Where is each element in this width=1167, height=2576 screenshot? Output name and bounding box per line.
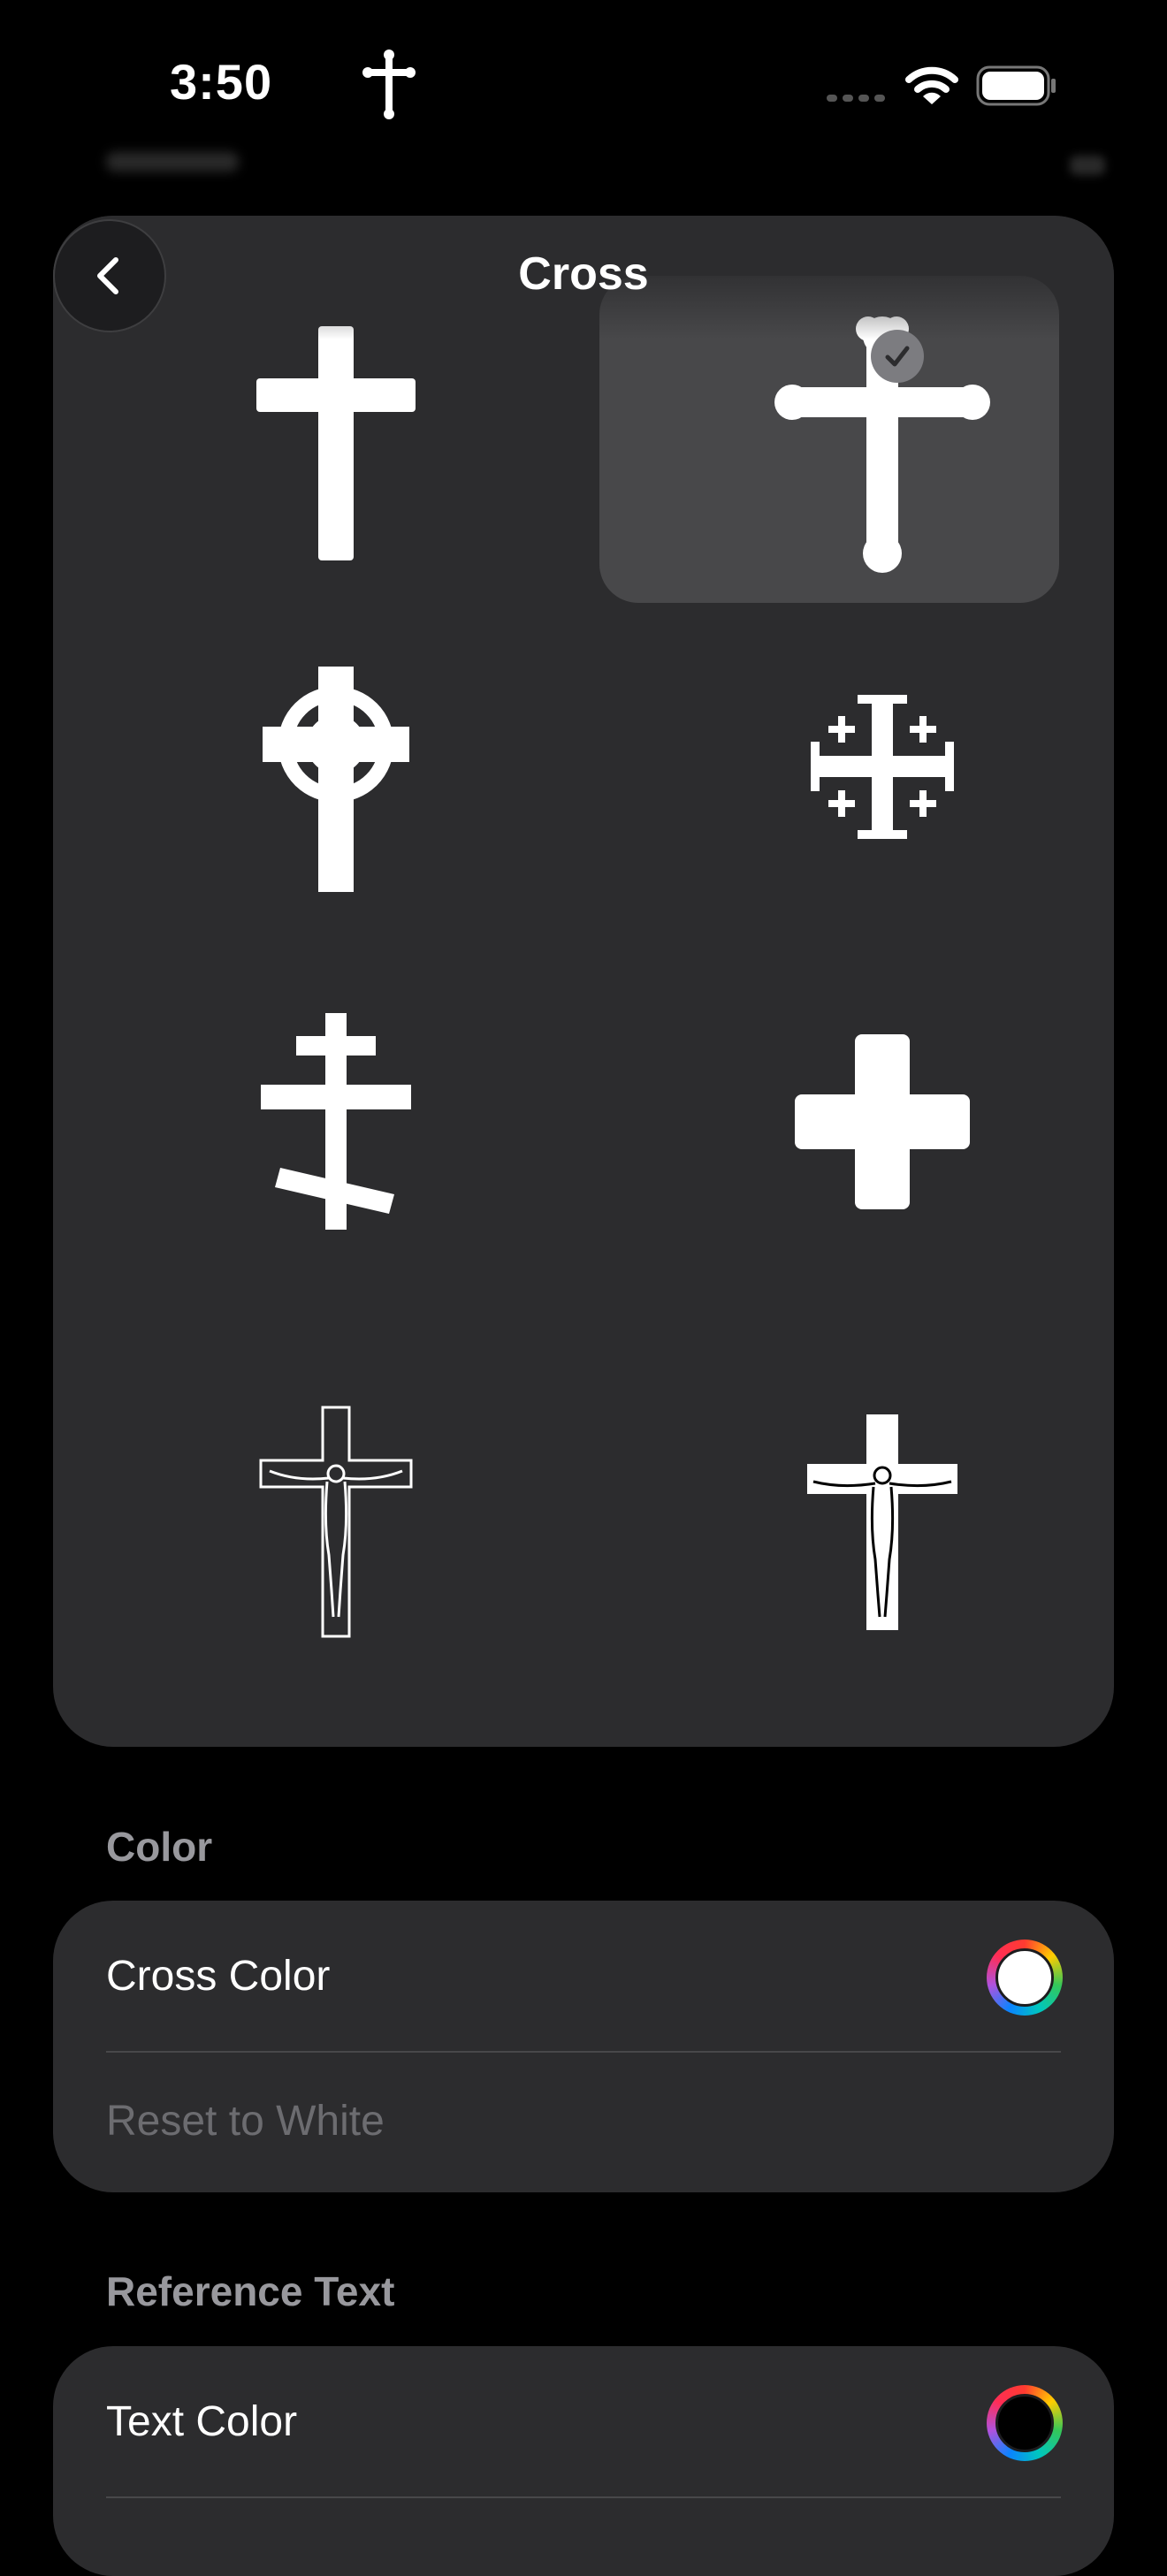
orthodox-cross-icon: [261, 1013, 411, 1230]
reset-to-white-button[interactable]: Reset to White: [106, 2097, 385, 2145]
cross-color-picker[interactable]: [987, 1940, 1063, 2016]
row-divider: [106, 2496, 1061, 2498]
cross-option-orthodox[interactable]: [106, 1011, 566, 1347]
reference-text-settings-group: [53, 2346, 1114, 2576]
status-time: 3:50: [170, 54, 273, 110]
background-content: [106, 152, 239, 171]
crucifix-icon: [807, 1414, 957, 1630]
crucifix-outline-icon: [259, 1406, 413, 1638]
row-divider: [106, 2051, 1061, 2053]
reference-text-section-header: Reference Text: [106, 2268, 395, 2314]
cross-color-label: Cross Color: [106, 1953, 331, 2000]
wifi-icon: [905, 66, 958, 104]
text-color-swatch: [995, 2394, 1054, 2452]
latin-cross-icon: [256, 326, 416, 560]
nav-title: Cross: [518, 248, 649, 300]
background-content: [1070, 156, 1105, 175]
cross-color-swatch: [995, 1948, 1054, 2007]
battery-icon: [976, 65, 1056, 106]
selected-checkmark-icon: [871, 330, 924, 383]
cross-option-latin[interactable]: [106, 286, 566, 622]
cross-option-crucifix-outline[interactable]: [106, 1374, 566, 1710]
text-color-label: Text Color: [106, 2398, 298, 2445]
cross-option-crucifix[interactable]: [652, 1374, 1112, 1710]
jerusalem-cross-icon: [811, 695, 954, 839]
cross-option-greek[interactable]: [652, 1011, 1112, 1347]
cross-option-celtic[interactable]: [106, 649, 566, 985]
cross-picker-card: [53, 216, 1114, 1747]
text-color-picker[interactable]: [987, 2385, 1063, 2461]
cross-option-jerusalem[interactable]: [652, 649, 1112, 985]
celtic-cross-icon: [263, 667, 409, 892]
color-section-header: Color: [106, 1824, 213, 1870]
cellular-signal-icon: [827, 95, 885, 102]
greek-cross-icon: [795, 1034, 970, 1209]
budded-cross-status-icon: [362, 50, 416, 119]
color-settings-group: [53, 1901, 1114, 2192]
